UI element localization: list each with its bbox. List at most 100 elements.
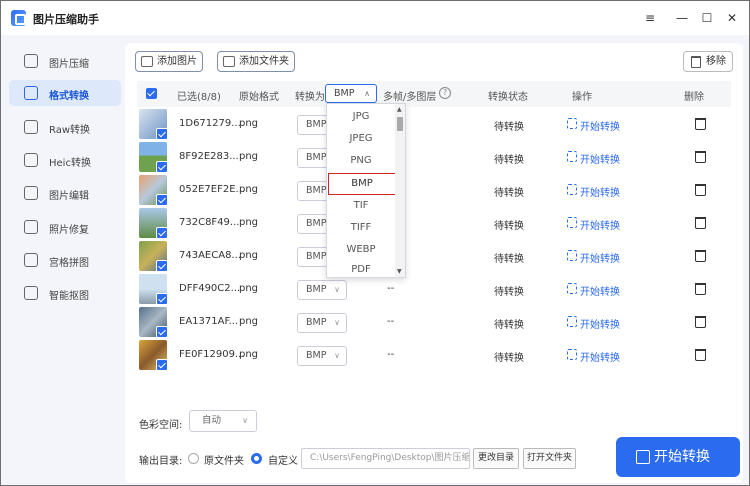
- app-title: 图片压缩助手: [33, 13, 99, 26]
- add-image-button[interactable]: 添加图片: [135, 51, 203, 72]
- sidebar-item-smart-cutout[interactable]: 智能抠图: [9, 280, 121, 306]
- start-convert-link[interactable]: 开始转换: [567, 283, 620, 298]
- dropdown-option-tiff[interactable]: TIFF: [327, 217, 395, 239]
- image-thumbnail: [139, 142, 168, 173]
- target-format-value: BMP: [306, 152, 327, 163]
- start-convert-label: 开始转换: [580, 188, 620, 199]
- radio-original-folder[interactable]: [188, 453, 199, 464]
- file-name: FE0F12909...: [179, 349, 245, 360]
- start-convert-label: 开始转换: [580, 122, 620, 133]
- output-path-input[interactable]: C:\Users\FengPing\Desktop\图片压缩: [301, 448, 470, 469]
- trash-icon[interactable]: [695, 316, 706, 328]
- sidebar-item-label: 格式转换: [49, 91, 89, 102]
- dropdown-option-bmp[interactable]: BMP: [328, 173, 396, 195]
- target-format-value: BMP: [306, 218, 327, 229]
- add-image-label: 添加图片: [157, 56, 197, 67]
- trash-icon[interactable]: [695, 118, 706, 130]
- sidebar-item-format-convert[interactable]: 格式转换: [9, 80, 121, 106]
- row-checkbox[interactable]: [156, 326, 168, 338]
- photo-repair-icon: [24, 220, 38, 234]
- start-convert-link[interactable]: 开始转换: [567, 151, 620, 166]
- convert-icon: [567, 250, 577, 261]
- open-folder-button[interactable]: 打开文件夹: [523, 448, 576, 469]
- table-row: FE0F12909... png BMP ∨ -- 待转换 开始转换: [137, 339, 731, 372]
- target-format-select[interactable]: BMP ∨: [297, 280, 347, 300]
- image-thumbnail: [139, 340, 168, 371]
- status-text: 待转换: [494, 353, 524, 364]
- status-text: 待转换: [494, 221, 524, 232]
- close-button[interactable]: ✕: [723, 9, 741, 27]
- row-checkbox[interactable]: [156, 260, 168, 272]
- add-folder-icon: [223, 56, 235, 67]
- title-bar: 图片压缩助手 ≡ — ☐ ✕: [1, 1, 749, 35]
- row-checkbox[interactable]: [156, 359, 168, 371]
- sidebar-item-image-compress[interactable]: 图片压缩: [9, 48, 121, 74]
- start-convert-label: 开始转换: [580, 155, 620, 166]
- status-text: 待转换: [494, 320, 524, 331]
- start-convert-link[interactable]: 开始转换: [567, 316, 620, 331]
- row-checkbox[interactable]: [156, 128, 168, 140]
- row-checkbox[interactable]: [156, 227, 168, 239]
- trash-icon[interactable]: [695, 184, 706, 196]
- status-text: 待转换: [494, 254, 524, 265]
- chevron-down-icon: ∨: [334, 351, 340, 360]
- row-checkbox[interactable]: [156, 194, 168, 206]
- sidebar-item-label: Raw转换: [49, 125, 91, 136]
- select-all-checkbox[interactable]: [146, 88, 157, 99]
- table-row: 732C8F49... png BMP∨ 待转换 开始转换: [137, 207, 731, 240]
- scroll-up-icon[interactable]: ▲: [397, 106, 402, 113]
- color-space-select[interactable]: 自动 ∨: [189, 410, 257, 432]
- sidebar-item-label: 图片编辑: [49, 191, 89, 202]
- dropdown-scrollbar[interactable]: ▲ ▼: [395, 104, 405, 277]
- convert-icon: [567, 151, 577, 162]
- row-checkbox[interactable]: [156, 293, 168, 305]
- convert-icon: [567, 316, 577, 327]
- change-dir-button[interactable]: 更改目录: [473, 448, 519, 469]
- start-convert-link[interactable]: 开始转换: [567, 250, 620, 265]
- start-convert-link[interactable]: 开始转换: [567, 349, 620, 364]
- scroll-down-icon[interactable]: ▼: [397, 268, 402, 275]
- sidebar-item-image-edit[interactable]: 图片编辑: [9, 180, 121, 206]
- multi-frame-value: --: [387, 283, 395, 294]
- file-table: 已选(8/8) 原始格式 转换为 BMP ∧ 多帧/多图层 ? 转换状态 操作 …: [137, 81, 731, 397]
- remove-button[interactable]: 移除: [683, 51, 733, 72]
- row-checkbox[interactable]: [156, 161, 168, 173]
- image-thumbnail: [139, 241, 168, 272]
- start-convert-link[interactable]: 开始转换: [567, 118, 620, 133]
- convert-to-all-select[interactable]: BMP ∧: [325, 84, 377, 103]
- trash-icon[interactable]: [695, 151, 706, 163]
- trash-icon[interactable]: [695, 283, 706, 295]
- radio-custom-folder[interactable]: [251, 453, 262, 464]
- sidebar-item-label: 智能抠图: [49, 291, 89, 302]
- start-convert-link[interactable]: 开始转换: [567, 217, 620, 232]
- app-window: 图片压缩助手 ≡ — ☐ ✕ 图片压缩 格式转换 Raw转换 Heic转换 图片…: [0, 0, 750, 486]
- scrollbar-thumb[interactable]: [397, 117, 403, 131]
- dropdown-option-jpg[interactable]: JPG: [327, 106, 395, 128]
- sidebar-item-grid-collage[interactable]: 宫格拼图: [9, 247, 121, 273]
- start-convert-button[interactable]: 开始转换: [616, 437, 740, 477]
- maximize-button[interactable]: ☐: [698, 9, 716, 27]
- trash-icon[interactable]: [695, 349, 706, 361]
- dropdown-option-webp[interactable]: WEBP: [327, 239, 395, 261]
- menu-icon[interactable]: ≡: [641, 9, 659, 27]
- sidebar-item-heic-convert[interactable]: Heic转换: [9, 147, 121, 173]
- help-icon[interactable]: ?: [439, 87, 451, 99]
- selected-count: 已选(8/8): [177, 92, 221, 103]
- dropdown-option-png[interactable]: PNG: [327, 150, 395, 172]
- dropdown-option-jpeg[interactable]: JPEG: [327, 128, 395, 150]
- add-image-icon: [141, 56, 153, 67]
- trash-icon[interactable]: [695, 217, 706, 229]
- convert-icon: [567, 118, 577, 129]
- sidebar-item-photo-repair[interactable]: 照片修复: [9, 214, 121, 240]
- trash-icon[interactable]: [695, 250, 706, 262]
- color-space-value: 自动: [202, 415, 222, 426]
- dropdown-option-pdf[interactable]: PDF: [327, 261, 395, 277]
- table-row: 052E7EF2E... png BMP∨ 待转换 开始转换: [137, 174, 731, 207]
- add-folder-button[interactable]: 添加文件夹: [217, 51, 295, 72]
- minimize-button[interactable]: —: [673, 9, 691, 27]
- start-convert-link[interactable]: 开始转换: [567, 184, 620, 199]
- sidebar-item-raw-convert[interactable]: Raw转换: [9, 114, 121, 140]
- dropdown-option-tif[interactable]: TIF: [327, 195, 395, 217]
- target-format-select[interactable]: BMP ∨: [297, 346, 347, 366]
- target-format-select[interactable]: BMP ∨: [297, 313, 347, 333]
